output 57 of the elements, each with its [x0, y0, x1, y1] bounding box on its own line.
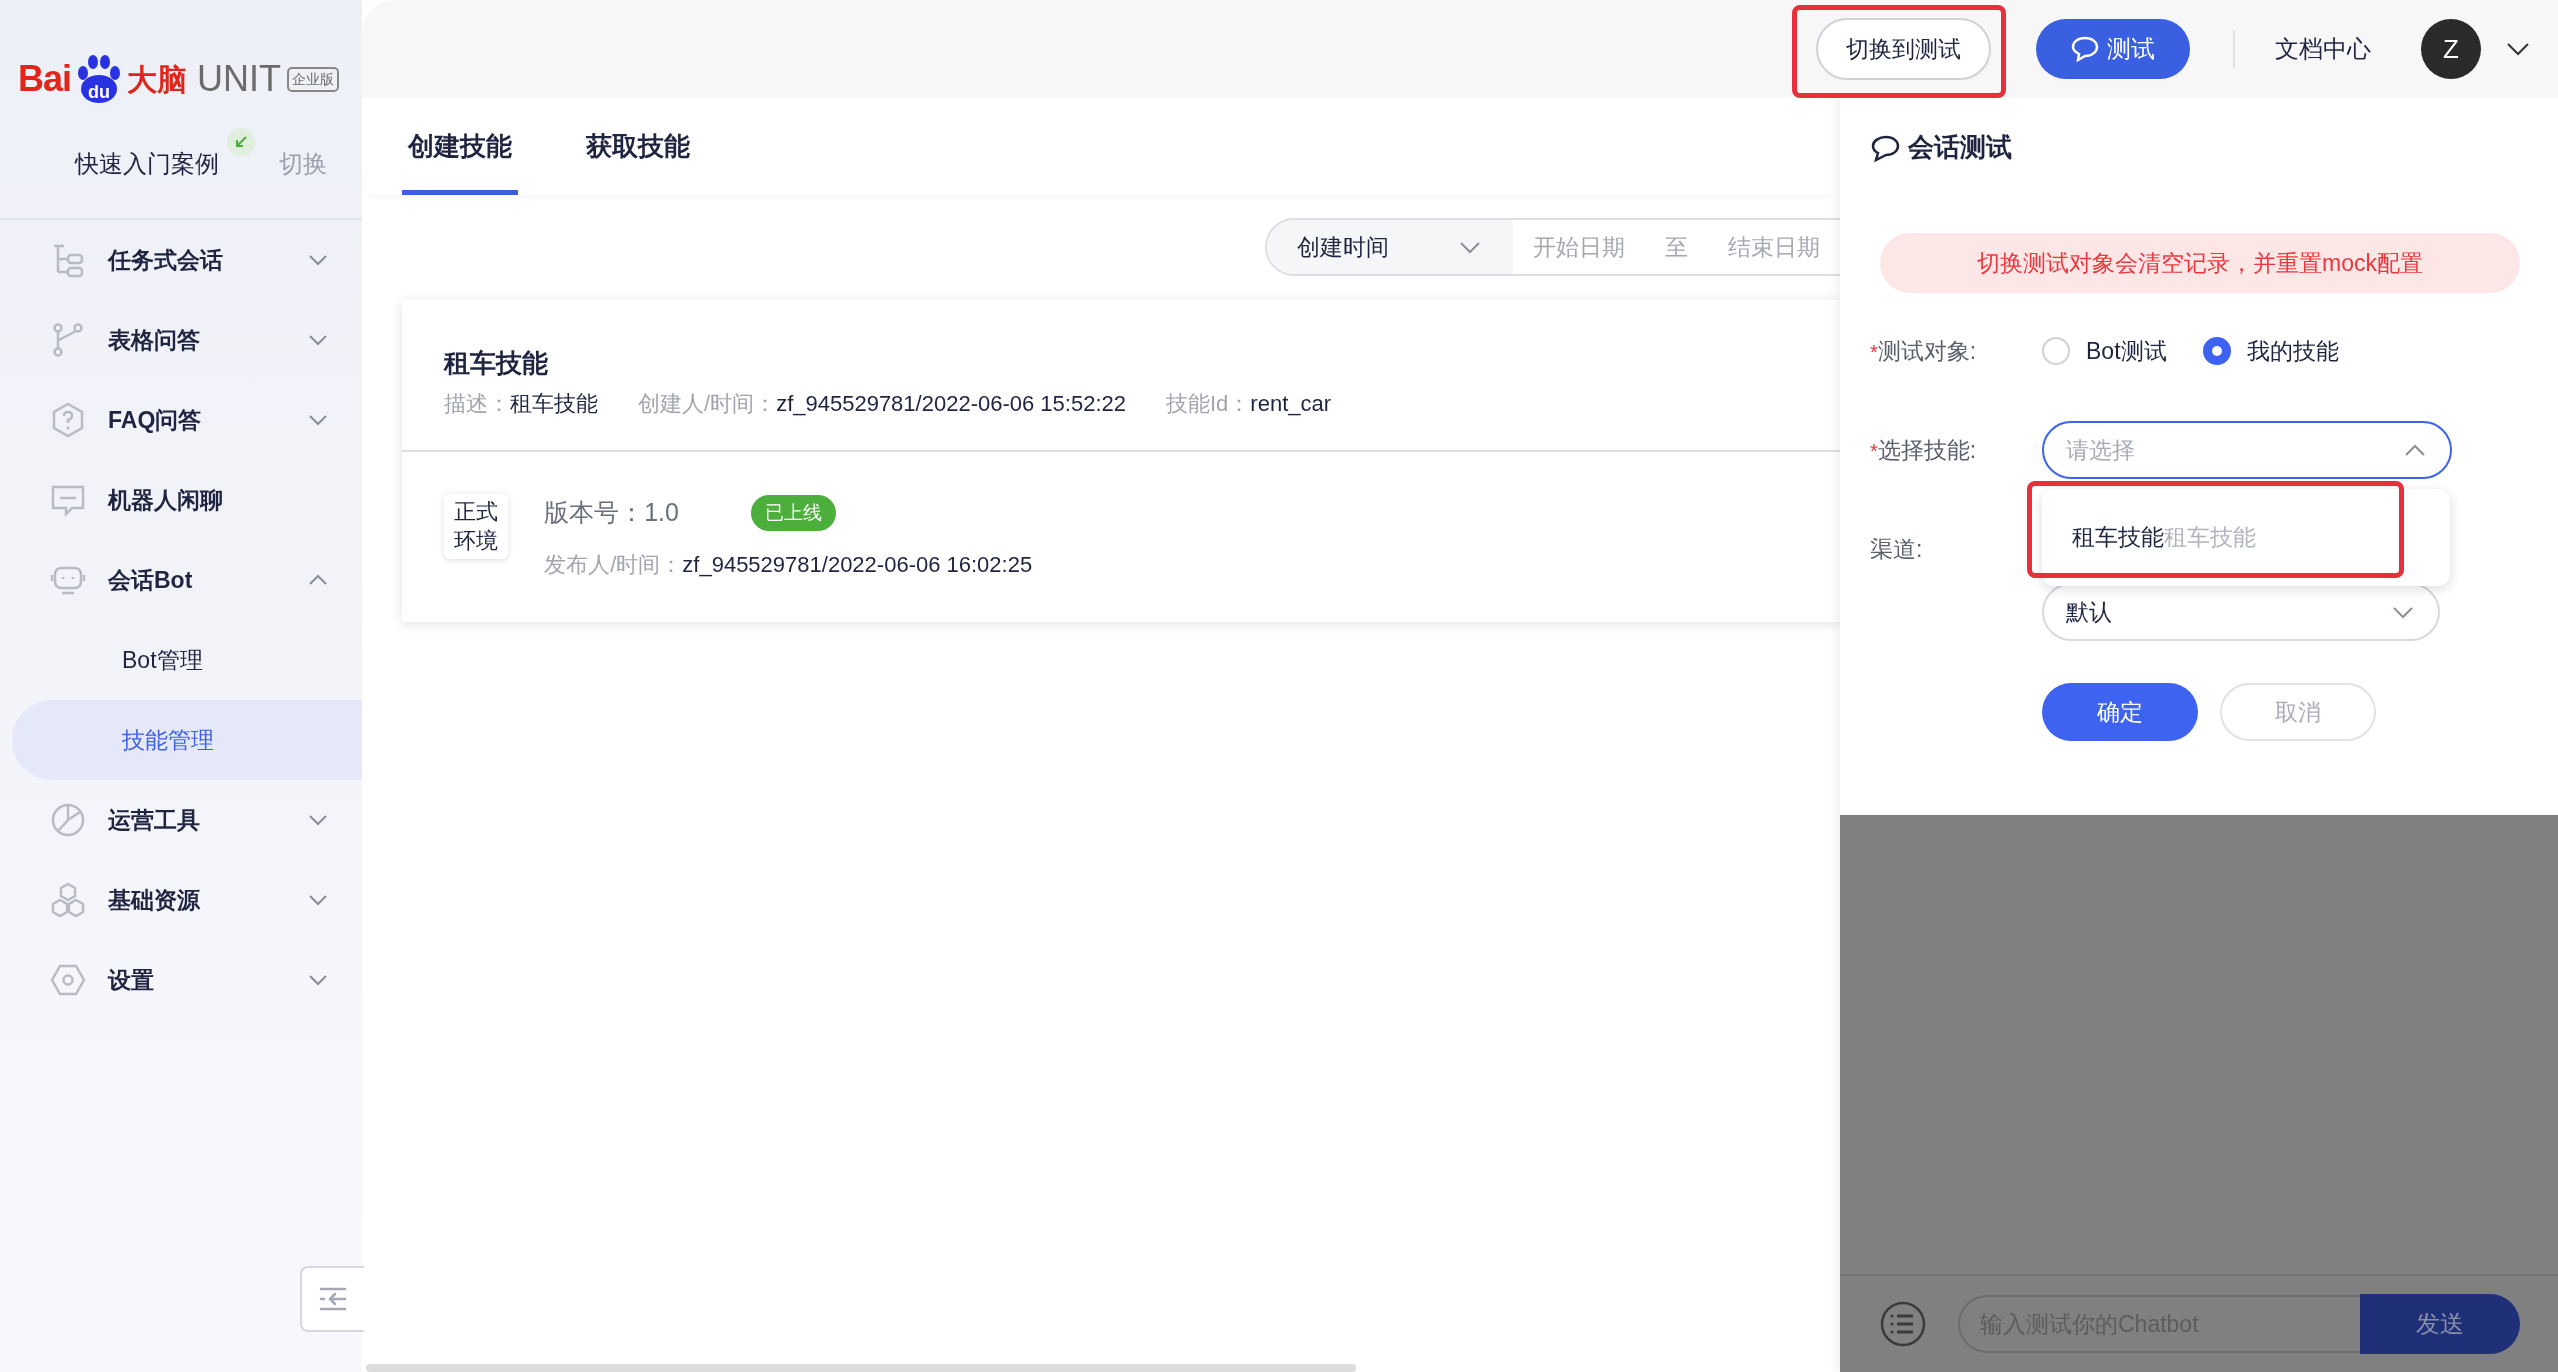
arrow-icon: [234, 135, 248, 149]
docs-link[interactable]: 文档中心: [2275, 31, 2371, 67]
collapse-button[interactable]: [300, 1266, 364, 1332]
edition-tag: 企业版: [287, 66, 340, 92]
sidebar-item[interactable]: 表格问答: [0, 300, 362, 380]
collapse-icon: [318, 1286, 348, 1312]
sidebar-item[interactable]: 设置: [0, 940, 362, 1020]
chevron-icon: [2404, 443, 2426, 457]
send-button[interactable]: 发送: [2360, 1294, 2520, 1354]
radio-label: 我的技能: [2246, 336, 2339, 366]
test-button[interactable]: 测试: [2036, 19, 2190, 79]
publisher-text: 发布人/时间：zf_945529781/2022-06-06 16:02:25: [544, 550, 1033, 579]
meta-text: 描述：租车技能: [444, 390, 598, 418]
branch-icon: [50, 322, 86, 358]
radio-button[interactable]: [2202, 337, 2231, 365]
sidebar-item[interactable]: 会话Bot: [0, 540, 362, 620]
sidebar-item[interactable]: 运营工具: [0, 780, 362, 860]
sidebar-item[interactable]: 任务式会话: [0, 220, 362, 300]
version-text: 版本号：1.0: [544, 497, 679, 528]
field-label: *选择技能:: [1870, 435, 1978, 465]
scrollbar[interactable]: [366, 1364, 1356, 1372]
chevron-icon: [2392, 605, 2414, 619]
logo-text: UNIT: [197, 57, 282, 101]
radio-label: Bot测试: [2086, 336, 2167, 366]
sidebar-item[interactable]: 技能管理: [12, 700, 362, 780]
logo-text: Bai: [18, 57, 72, 101]
environment-tag: 正式环境: [444, 494, 509, 560]
tab[interactable]: 创建技能: [402, 126, 518, 195]
logo-text: 大脑: [127, 61, 188, 98]
hexagons-icon: [50, 882, 86, 918]
logo-text: du: [87, 81, 112, 104]
field-label: 渠道:: [1870, 534, 1924, 564]
tab[interactable]: 获取技能: [580, 126, 696, 195]
confirm-button[interactable]: 确定: [2042, 683, 2198, 741]
chart-icon: [50, 802, 86, 838]
sidebar-item[interactable]: Bot管理: [12, 620, 362, 700]
sidebar-item[interactable]: 机器人闲聊: [0, 460, 362, 540]
avatar[interactable]: Z: [2421, 19, 2481, 79]
chat-icon: [1870, 133, 1900, 162]
channel-select[interactable]: 默认: [2042, 583, 2440, 641]
chat-icon: [2071, 36, 2099, 62]
notice-banner: 切换测试对象会清空记录，并重置mock配置: [1880, 233, 2520, 293]
switch-button[interactable]: 切换到测试: [1816, 18, 1991, 80]
meta-text: 创建人/时间：zf_945529781/2022-06-06 15:52:22: [638, 390, 1126, 418]
sidebar-item[interactable]: FAQ问答: [0, 380, 362, 460]
status-badge: 已上线: [750, 494, 836, 531]
quickstart-link[interactable]: 快速入门案例: [75, 146, 219, 182]
meta-text: 技能Id：rent_car: [1166, 390, 1332, 418]
help-icon: [50, 402, 86, 438]
chevron-icon: [2506, 42, 2530, 56]
panel-title: 会话测试: [1908, 131, 2012, 164]
sidebar-item[interactable]: 基础资源: [0, 860, 362, 940]
settings-icon: [50, 962, 86, 998]
dropdown-option[interactable]: 租车技能租车技能: [2072, 520, 2256, 555]
skill-title: 租车技能: [444, 347, 549, 380]
list-icon[interactable]: [1880, 1301, 1926, 1347]
field-label: *测试对象:: [1870, 336, 1978, 366]
